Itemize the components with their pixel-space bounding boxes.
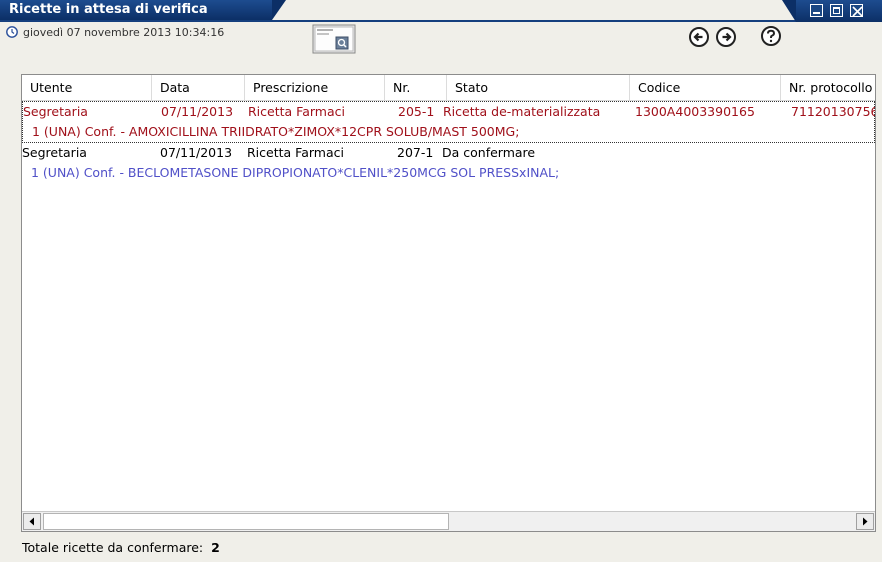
footer-total: Totale ricette da confermare: 2 [22, 540, 220, 555]
cell-data: 07/11/2013 [160, 145, 233, 160]
cell-protocollo [790, 143, 875, 163]
cell-nr: 205-1 [398, 104, 435, 119]
date-time-row: giovedì 07 novembre 2013 10:34:16 [6, 24, 224, 40]
column-header-utente[interactable]: Utente [22, 75, 152, 101]
cell-codice [634, 143, 781, 163]
date-time-text: giovedì 07 novembre 2013 10:34:16 [23, 25, 225, 39]
cell-protocollo: 711201307562 [791, 104, 875, 119]
document-search-icon[interactable] [312, 24, 356, 54]
cell-prescrizione: Ricetta Farmaci [248, 104, 345, 119]
cell-stato: Ricetta de-materializzata [443, 104, 601, 119]
window-title: Ricette in attesa di verifica [0, 0, 286, 20]
footer-count: 2 [211, 540, 220, 555]
scroll-right-icon[interactable] [856, 513, 874, 530]
window-controls [782, 0, 882, 22]
maximize-icon[interactable] [830, 4, 843, 17]
cell-stato: Da confermare [442, 145, 536, 160]
table-row[interactable]: Segretaria 07/11/2013 Ricetta Farmaci 20… [22, 101, 875, 143]
cell-utente: Segretaria [23, 104, 88, 119]
close-icon[interactable] [850, 4, 863, 17]
horizontal-scrollbar[interactable] [22, 511, 875, 531]
row-detail: 1 (UNA) Conf. - BECLOMETASONE DIPROPIONA… [31, 165, 560, 180]
row-detail: 1 (UNA) Conf. - AMOXICILLINA TRIIDRATO*Z… [32, 124, 520, 139]
footer-label: Totale ricette da confermare: [22, 540, 204, 555]
scroll-left-icon[interactable] [23, 513, 41, 530]
table-row[interactable]: Segretaria 07/11/2013 Ricetta Farmaci 20… [22, 143, 875, 183]
column-header-data[interactable]: Data [152, 75, 245, 101]
column-header-stato[interactable]: Stato [447, 75, 630, 101]
cell-utente: Segretaria [22, 145, 87, 160]
prescriptions-table: Utente Data Prescrizione Nr. Stato Codic… [21, 74, 876, 532]
header-divider [0, 20, 882, 22]
column-header-nr[interactable]: Nr. [385, 75, 447, 101]
question-circle-icon[interactable] [760, 25, 782, 47]
column-header-codice[interactable]: Codice [630, 75, 781, 101]
scrollbar-thumb[interactable] [43, 513, 449, 530]
minimize-icon[interactable] [810, 4, 823, 17]
arrow-right-circle-icon[interactable] [715, 26, 737, 48]
cell-data: 07/11/2013 [161, 104, 234, 119]
column-header-prescrizione[interactable]: Prescrizione [245, 75, 385, 101]
cell-prescrizione: Ricetta Farmaci [247, 145, 344, 160]
table-header: Utente Data Prescrizione Nr. Stato Codic… [22, 75, 875, 101]
clock-icon [6, 26, 18, 38]
arrow-left-circle-icon[interactable] [688, 26, 710, 48]
column-header-protocollo[interactable]: Nr. protocollo [781, 75, 875, 101]
cell-codice: 1300A4003390165 [635, 104, 755, 119]
cell-nr: 207-1 [397, 145, 434, 160]
